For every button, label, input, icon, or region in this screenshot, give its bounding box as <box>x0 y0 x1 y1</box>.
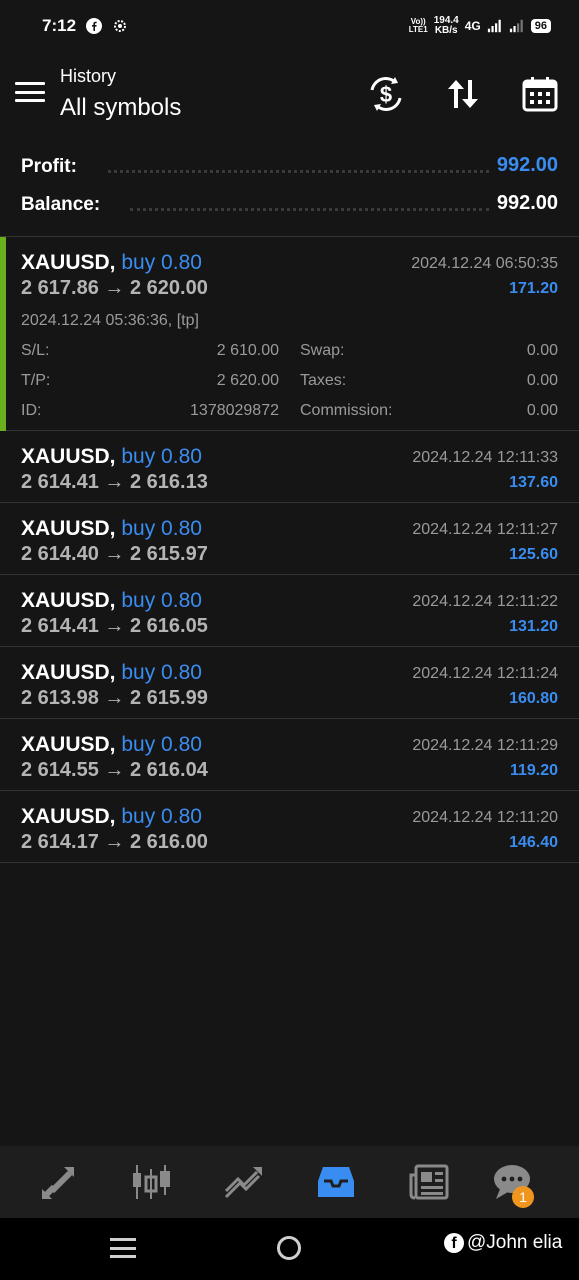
deal-prices: 2 614.41 → 2 616.13 <box>21 471 208 493</box>
deal-close-time: 2024.12.24 06:50:35 <box>411 255 558 272</box>
signal-icon-2 <box>509 18 525 34</box>
deal-prices: 2 617.86 → 2 620.00 <box>21 277 208 299</box>
deal-direction: buy 0.80 <box>121 251 202 274</box>
deal-symbol: XAUUSD, buy 0.80 <box>21 445 202 468</box>
deal-profit: 125.60 <box>509 546 558 563</box>
deal-row[interactable]: XAUUSD, buy 0.80 2 614.17 → 2 616.00 202… <box>0 791 579 863</box>
facebook-icon: f <box>444 1233 464 1253</box>
calendar-icon[interactable] <box>520 74 560 114</box>
commission-value: 0.00 <box>526 402 558 419</box>
deal-symbol: XAUUSD, buy 0.80 <box>21 805 202 828</box>
profit-row: Profit: 992.00 <box>0 146 579 186</box>
deal-profit: 119.20 <box>509 762 558 779</box>
deal-profit: 171.20 <box>509 280 558 297</box>
taxes-value: 0.00 <box>526 372 558 389</box>
trade-icon[interactable] <box>221 1160 265 1204</box>
deal-direction: buy 0.80 <box>121 805 202 828</box>
deal-close-time: 2024.12.24 12:11:20 <box>412 809 558 826</box>
facebook-icon <box>86 18 103 34</box>
deal-direction: buy 0.80 <box>121 733 202 756</box>
notification-badge: 1 <box>512 1186 534 1208</box>
deal-prices: 2 614.55 → 2 616.04 <box>21 759 208 781</box>
deal-prices: 2 613.98 → 2 615.99 <box>21 687 208 709</box>
deal-symbol: XAUUSD, buy 0.80 <box>21 517 202 540</box>
commission-label: Commission: <box>300 402 393 419</box>
deal-symbol: XAUUSD, buy 0.80 <box>21 589 202 612</box>
deal-row[interactable]: XAUUSD, buy 0.80 2 614.40 → 2 615.97 202… <box>0 503 579 575</box>
dotted-leader <box>108 170 489 173</box>
news-icon[interactable] <box>407 1160 451 1204</box>
home-icon[interactable] <box>277 1236 301 1260</box>
tp-value: 2 620.00 <box>216 372 279 389</box>
deal-row[interactable]: XAUUSD, buy 0.80 2 614.41 → 2 616.05 202… <box>0 575 579 647</box>
deal-row[interactable]: XAUUSD, buy 0.80 2 614.41 → 2 616.13 202… <box>0 431 579 503</box>
deal-row[interactable]: XAUUSD, buy 0.80 2 617.86 → 2 620.00 202… <box>0 237 579 431</box>
network-speed: 194.4 KB/s <box>433 15 459 36</box>
deal-symbol: XAUUSD, buy 0.80 <box>21 661 202 684</box>
taxes-label: Taxes: <box>300 372 347 389</box>
deal-close-time: 2024.12.24 12:11:33 <box>412 449 558 466</box>
watermark-text: @John elia <box>467 1232 563 1253</box>
balance-label: Balance: <box>21 194 101 215</box>
profit-value: 992.00 <box>496 154 558 176</box>
dotted-leader <box>130 208 489 211</box>
id-value: 1378029872 <box>190 402 279 419</box>
deal-profit: 160.80 <box>509 690 558 707</box>
deal-close-time: 2024.12.24 12:11:29 <box>412 737 558 754</box>
deal-direction: buy 0.80 <box>121 661 202 684</box>
deal-profit: 146.40 <box>509 834 558 851</box>
sl-value: 2 610.00 <box>216 342 279 359</box>
profit-label: Profit: <box>21 156 77 177</box>
chart-icon[interactable] <box>129 1160 173 1204</box>
status-bar: 7:12 Vo)) LTE1 194.4 KB/s 4G 96 <box>0 0 579 52</box>
settings-icon <box>112 18 128 34</box>
page-subtitle: History <box>60 66 117 86</box>
page-title[interactable]: All symbols <box>60 94 181 122</box>
deal-prices: 2 614.40 → 2 615.97 <box>21 543 208 565</box>
currency-exchange-icon[interactable]: $ <box>366 74 406 114</box>
bottom-nav: 1 <box>0 1146 579 1218</box>
deal-direction: buy 0.80 <box>121 445 202 468</box>
deal-close-time: 2024.12.24 12:11:24 <box>412 665 558 682</box>
balance-row: Balance: 992.00 <box>0 184 579 224</box>
swap-value: 0.00 <box>526 342 558 359</box>
volte-indicator: Vo)) LTE1 <box>408 17 428 34</box>
swap-label: Swap: <box>300 342 345 359</box>
battery-indicator: 96 <box>530 19 551 33</box>
deal-profit: 131.20 <box>509 618 558 635</box>
watermark: f @John elia <box>444 1232 562 1254</box>
history-icon[interactable] <box>314 1160 358 1204</box>
deal-symbol: XAUUSD, buy 0.80 <box>21 251 202 274</box>
deal-profit: 137.60 <box>509 474 558 491</box>
quotes-icon[interactable] <box>37 1160 81 1204</box>
balance-value: 992.00 <box>496 192 558 214</box>
deal-close-time: 2024.12.24 12:11:27 <box>412 521 558 538</box>
menu-icon[interactable] <box>14 78 46 106</box>
deal-open-info: 2024.12.24 05:36:36, [tp] <box>21 312 199 329</box>
deal-direction: buy 0.80 <box>121 517 202 540</box>
messages-icon[interactable]: 1 <box>490 1160 534 1208</box>
sort-icon[interactable] <box>443 74 483 114</box>
sl-label: S/L: <box>21 342 50 359</box>
deal-list: XAUUSD, buy 0.80 2 617.86 → 2 620.00 202… <box>0 236 579 863</box>
deal-direction: buy 0.80 <box>121 589 202 612</box>
status-time: 7:12 <box>42 16 77 35</box>
deal-row[interactable]: XAUUSD, buy 0.80 2 614.55 → 2 616.04 202… <box>0 719 579 791</box>
recents-icon[interactable] <box>110 1238 136 1258</box>
svg-text:$: $ <box>380 82 392 107</box>
system-nav-bar: f @John elia <box>0 1218 579 1280</box>
network-type: 4G <box>464 19 481 33</box>
id-label: ID: <box>21 402 42 419</box>
app-header: History All symbols $ <box>0 56 579 136</box>
deal-row[interactable]: XAUUSD, buy 0.80 2 613.98 → 2 615.99 202… <box>0 647 579 719</box>
tp-label: T/P: <box>21 372 51 389</box>
deal-prices: 2 614.17 → 2 616.00 <box>21 831 208 853</box>
selected-indicator <box>0 237 6 431</box>
deal-close-time: 2024.12.24 12:11:22 <box>412 593 558 610</box>
signal-icon <box>487 18 503 34</box>
deal-symbol: XAUUSD, buy 0.80 <box>21 733 202 756</box>
deal-prices: 2 614.41 → 2 616.05 <box>21 615 208 637</box>
